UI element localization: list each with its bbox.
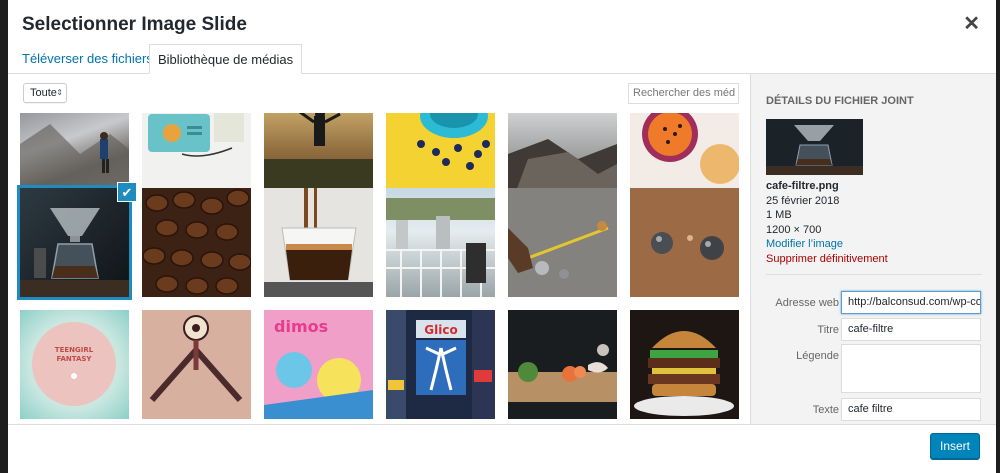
balcony-photo (386, 198, 495, 297)
edit-image-link[interactable]: Modifier l’image (766, 237, 888, 252)
attachment-details-sidebar: DÉTAILS DU FICHIER JOINT cafe-filtre.png… (750, 74, 996, 424)
caption-field[interactable] (841, 344, 981, 393)
coffee-beans-photo (142, 189, 251, 295)
svg-text:Glico: Glico (424, 323, 457, 337)
tokyo-signs-photo: Glico (386, 310, 495, 419)
media-filter-select[interactable]: Toute ⇕ (23, 83, 67, 103)
media-item[interactable] (142, 188, 251, 297)
close-icon[interactable]: ✕ (963, 14, 980, 34)
insert-button[interactable]: Insert (930, 433, 980, 459)
media-item[interactable] (142, 310, 251, 419)
url-label: Adresse web (775, 297, 839, 309)
modal-footer: Insert (8, 424, 996, 473)
coffee-dripper-preview (766, 119, 863, 175)
details-thumbnail (766, 119, 863, 175)
espresso-photo (264, 188, 373, 297)
filter-value: Toute (30, 87, 57, 99)
media-item[interactable] (630, 310, 739, 419)
alt-text-field[interactable]: cafe filtre (841, 398, 981, 421)
media-item[interactable] (508, 188, 617, 297)
coffee-dripper-photo (20, 208, 129, 297)
tab-upload[interactable]: Téléverser des fichiers (14, 44, 161, 74)
media-item[interactable]: Glico (386, 310, 495, 419)
comic-poster-photo: dimos (264, 310, 373, 419)
updown-arrow-icon: ⇕ (56, 88, 63, 97)
file-info: cafe-filtre.png 25 février 2018 1 MB 120… (766, 179, 888, 266)
media-modal: Selectionner Image Slide ✕ Téléverser de… (8, 0, 996, 473)
media-item[interactable] (508, 310, 617, 419)
title-label: Titre (817, 324, 839, 336)
title-field[interactable]: cafe-filtre (841, 318, 981, 341)
media-item[interactable]: TEENGIRL FANTASY (20, 310, 129, 419)
file-date: 25 février 2018 (766, 194, 840, 207)
burger-photo (634, 331, 734, 416)
svg-text:TEENGIRL: TEENGIRL (55, 346, 94, 354)
petanque-balls-photo (651, 232, 724, 260)
media-item[interactable]: dimos (264, 310, 373, 419)
file-name: cafe-filtre.png (766, 180, 839, 192)
details-heading: DÉTAILS DU FICHIER JOINT (766, 95, 914, 107)
media-grid: ✔ TEENGIRL FANTASY dimos Glico (8, 113, 750, 423)
delete-permanently-link[interactable]: Supprimer définitivement (766, 252, 888, 267)
media-item-selected[interactable] (17, 185, 132, 300)
svg-text:FANTASY: FANTASY (56, 355, 92, 363)
vegetables-photo (508, 344, 617, 402)
petanque-measure-photo (508, 188, 617, 297)
media-item[interactable] (386, 188, 495, 297)
file-dimensions: 1200 × 700 (766, 223, 822, 236)
divider (766, 274, 982, 275)
media-tabs: Téléverser des fichiers Bibliothèque de … (8, 44, 996, 74)
media-item[interactable] (630, 188, 739, 297)
svg-text:dimos: dimos (274, 317, 328, 336)
file-size: 1 MB (766, 209, 792, 221)
media-search-input[interactable]: Rechercher des méd (628, 83, 739, 104)
caption-label: Légende (796, 350, 839, 362)
record-label-photo: TEENGIRLFANTASY (32, 322, 116, 406)
modal-title: Selectionner Image Slide (22, 14, 247, 35)
url-field[interactable]: http://balconsud.com/wp-co (841, 291, 981, 314)
psychedelic-art-photo (142, 310, 251, 419)
media-item[interactable] (264, 188, 373, 297)
selected-check-icon[interactable]: ✔ (117, 182, 137, 202)
tab-library[interactable]: Bibliothèque de médias (149, 44, 303, 74)
alt-text-label: Texte (812, 404, 839, 416)
